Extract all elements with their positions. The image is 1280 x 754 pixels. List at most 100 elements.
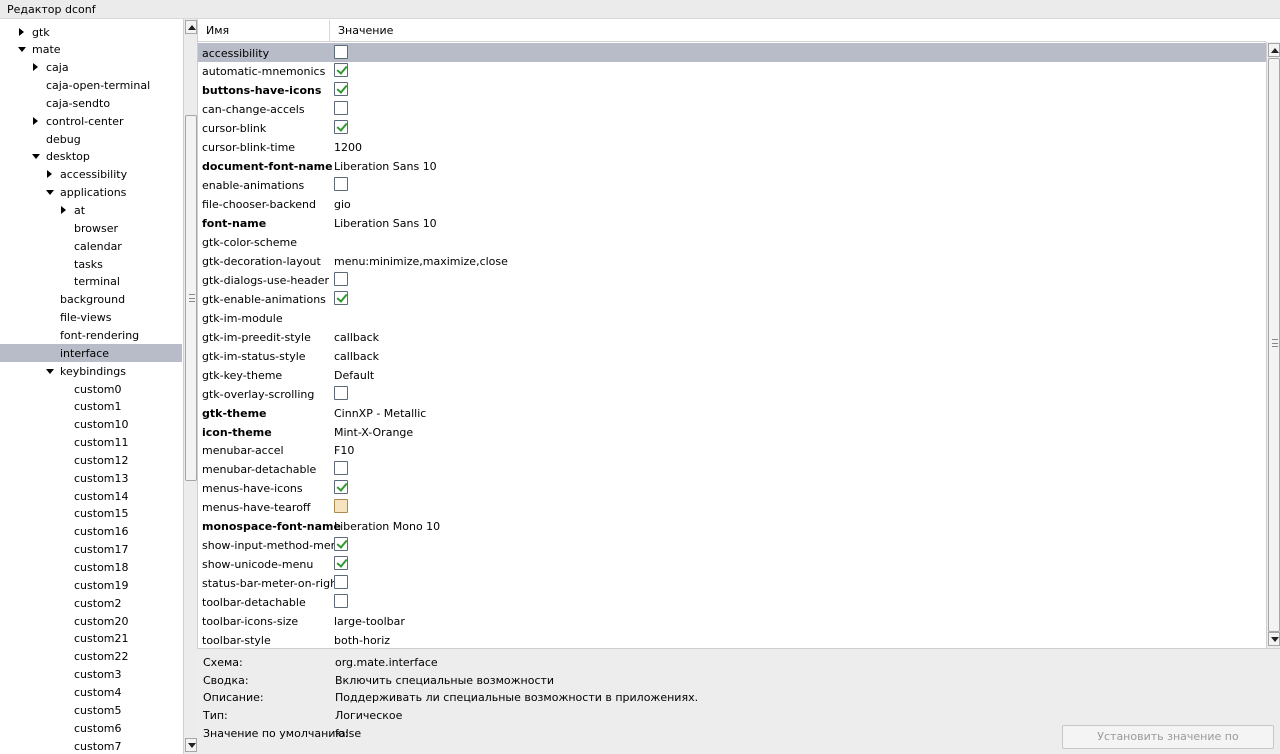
key-value-checkbox[interactable] — [334, 594, 348, 609]
key-row-document-font-name[interactable]: document-font-name Liberation Sans 10 — [198, 156, 1266, 175]
tree-item-background[interactable]: background — [0, 290, 182, 308]
tree-item-custom16[interactable]: custom16 — [0, 522, 182, 540]
tree-item-caja-sendto[interactable]: caja-sendto — [0, 94, 182, 112]
tree-item-file-views[interactable]: file-views — [0, 308, 182, 326]
tree-item-custom3[interactable]: custom3 — [0, 665, 182, 683]
tree-item-custom14[interactable]: custom14 — [0, 487, 182, 505]
key-row-show-unicode-menu[interactable]: show-unicode-menu — [198, 554, 1266, 573]
key-value-checkbox[interactable] — [334, 537, 348, 552]
key-value-text[interactable]: Mint-X-Orange — [334, 426, 413, 439]
tree-item-debug[interactable]: debug — [0, 130, 182, 148]
tree-item-keybindings[interactable]: keybindings — [0, 362, 182, 380]
key-row-gtk-im-preedit-style[interactable]: gtk-im-preedit-style callback — [198, 327, 1266, 346]
key-row-can-change-accels[interactable]: can-change-accels — [198, 99, 1266, 118]
column-header-value[interactable]: Значение — [338, 24, 393, 37]
tree-scrollbar[interactable] — [183, 19, 197, 754]
tree-item-custom5[interactable]: custom5 — [0, 701, 182, 719]
key-row-monospace-font-name[interactable]: monospace-font-name Liberation Mono 10 — [198, 516, 1266, 535]
tree-item-applications[interactable]: applications — [0, 183, 182, 201]
key-row-font-name[interactable]: font-name Liberation Sans 10 — [198, 213, 1266, 232]
key-row-buttons-have-icons[interactable]: buttons-have-icons — [198, 80, 1266, 99]
key-row-menubar-accel[interactable]: menubar-accel F10 — [198, 440, 1266, 459]
key-value-text[interactable]: Liberation Mono 10 — [334, 520, 440, 533]
tree-item-custom0[interactable]: custom0 — [0, 380, 182, 398]
key-row-gtk-im-status-style[interactable]: gtk-im-status-style callback — [198, 346, 1266, 365]
tree-item-mate[interactable]: mate — [0, 40, 182, 58]
tree-item-custom21[interactable]: custom21 — [0, 629, 182, 647]
key-value-text[interactable]: callback — [334, 350, 379, 363]
expander-closed-icon[interactable] — [61, 206, 66, 214]
key-value-checkbox[interactable] — [334, 82, 348, 97]
tree-item-custom2[interactable]: custom2 — [0, 594, 182, 612]
key-value-checkbox[interactable] — [334, 461, 348, 476]
key-value-checkbox[interactable] — [334, 44, 348, 59]
tree-item-at[interactable]: at — [0, 201, 182, 219]
key-row-gtk-im-module[interactable]: gtk-im-module — [198, 308, 1266, 327]
key-value-checkbox[interactable] — [334, 575, 348, 590]
key-value-text[interactable]: Liberation Sans 10 — [334, 160, 437, 173]
key-row-menus-have-icons[interactable]: menus-have-icons — [198, 478, 1266, 497]
schema-tree[interactable]: gtk mate caja caja-open-terminal caja-sendto… — [0, 19, 182, 754]
expander-closed-icon[interactable] — [33, 63, 38, 72]
tree-item-desktop[interactable]: desktop — [0, 147, 182, 165]
tree-item-custom7[interactable]: custom7 — [0, 737, 182, 754]
key-value-text[interactable]: callback — [334, 331, 379, 344]
key-row-toolbar-detachable[interactable]: toolbar-detachable — [198, 592, 1266, 611]
key-value-checkbox[interactable] — [334, 101, 348, 116]
key-row-menubar-detachable[interactable]: menubar-detachable — [198, 459, 1266, 478]
tree-item-calendar[interactable]: calendar — [0, 237, 182, 255]
key-value-text[interactable]: gio — [334, 198, 351, 211]
key-value-checkbox[interactable] — [334, 271, 348, 286]
key-value-text[interactable]: both-horiz — [334, 634, 390, 647]
tree-item-control-center[interactable]: control-center — [0, 112, 182, 130]
column-header-name[interactable]: Имя — [206, 24, 229, 37]
key-value-text[interactable]: F10 — [334, 444, 354, 457]
expander-open-icon[interactable] — [46, 368, 54, 374]
key-row-menus-have-tearoff[interactable]: menus-have-tearoff — [198, 497, 1266, 516]
key-row-gtk-decoration-layout[interactable]: gtk-decoration-layout menu:minimize,maxim… — [198, 251, 1266, 270]
key-row-gtk-overlay-scrolling[interactable]: gtk-overlay-scrolling — [198, 384, 1266, 403]
keys-scrollbar[interactable] — [1266, 42, 1280, 648]
key-row-toolbar-icons-size[interactable]: toolbar-icons-size large-toolbar — [198, 611, 1266, 630]
expander-open-icon[interactable] — [46, 190, 54, 196]
tree-scroll-thumb[interactable] — [185, 115, 197, 481]
key-row-show-input-method-menu[interactable]: show-input-method-menu — [198, 535, 1266, 554]
expander-open-icon[interactable] — [18, 47, 26, 53]
expander-closed-icon[interactable] — [19, 27, 24, 36]
key-row-file-chooser-backend[interactable]: file-chooser-backend gio — [198, 194, 1266, 213]
key-row-gtk-color-scheme[interactable]: gtk-color-scheme — [198, 232, 1266, 251]
key-value-checkbox[interactable] — [334, 480, 348, 495]
key-value-checkbox[interactable] — [334, 385, 348, 400]
tree-item-custom4[interactable]: custom4 — [0, 683, 182, 701]
key-value-checkbox[interactable] — [334, 63, 348, 78]
tree-item-gtk[interactable]: gtk — [0, 23, 182, 41]
key-value-text[interactable]: 1200 — [334, 141, 362, 154]
set-default-button[interactable]: Установить значение по умолчанию — [1062, 725, 1274, 754]
expander-closed-icon[interactable] — [47, 170, 52, 179]
key-value-checkbox[interactable] — [334, 177, 348, 192]
tree-item-custom17[interactable]: custom17 — [0, 540, 182, 558]
key-row-accessibility[interactable]: accessibility — [198, 42, 1266, 62]
tree-scroll-up-button[interactable] — [185, 20, 197, 34]
key-row-gtk-key-theme[interactable]: gtk-key-theme Default — [198, 365, 1266, 384]
tree-item-custom6[interactable]: custom6 — [0, 719, 182, 737]
key-row-toolbar-style[interactable]: toolbar-style both-horiz — [198, 630, 1266, 648]
tree-item-custom10[interactable]: custom10 — [0, 415, 182, 433]
key-value-checkbox[interactable] — [334, 290, 348, 305]
expander-open-icon[interactable] — [32, 154, 40, 160]
tree-item-custom1[interactable]: custom1 — [0, 397, 182, 415]
key-value-text[interactable]: CinnXP - Metallic — [334, 407, 426, 420]
key-row-cursor-blink[interactable]: cursor-blink — [198, 118, 1266, 137]
key-row-status-bar-meter-on-right[interactable]: status-bar-meter-on-right — [198, 573, 1266, 592]
tree-item-caja[interactable]: caja — [0, 58, 182, 76]
tree-item-custom11[interactable]: custom11 — [0, 433, 182, 451]
tree-item-custom12[interactable]: custom12 — [0, 451, 182, 469]
tree-item-terminal[interactable]: terminal — [0, 272, 182, 290]
key-value-text[interactable]: large-toolbar — [334, 615, 405, 628]
key-row-gtk-enable-animations[interactable]: gtk-enable-animations — [198, 289, 1266, 308]
key-row-cursor-blink-time[interactable]: cursor-blink-time 1200 — [198, 137, 1266, 156]
tree-item-browser[interactable]: browser — [0, 219, 182, 237]
key-row-automatic-mnemonics[interactable]: automatic-mnemonics — [198, 61, 1266, 80]
tree-item-font-rendering[interactable]: font-rendering — [0, 326, 182, 344]
key-value-text[interactable]: Default — [334, 369, 374, 382]
